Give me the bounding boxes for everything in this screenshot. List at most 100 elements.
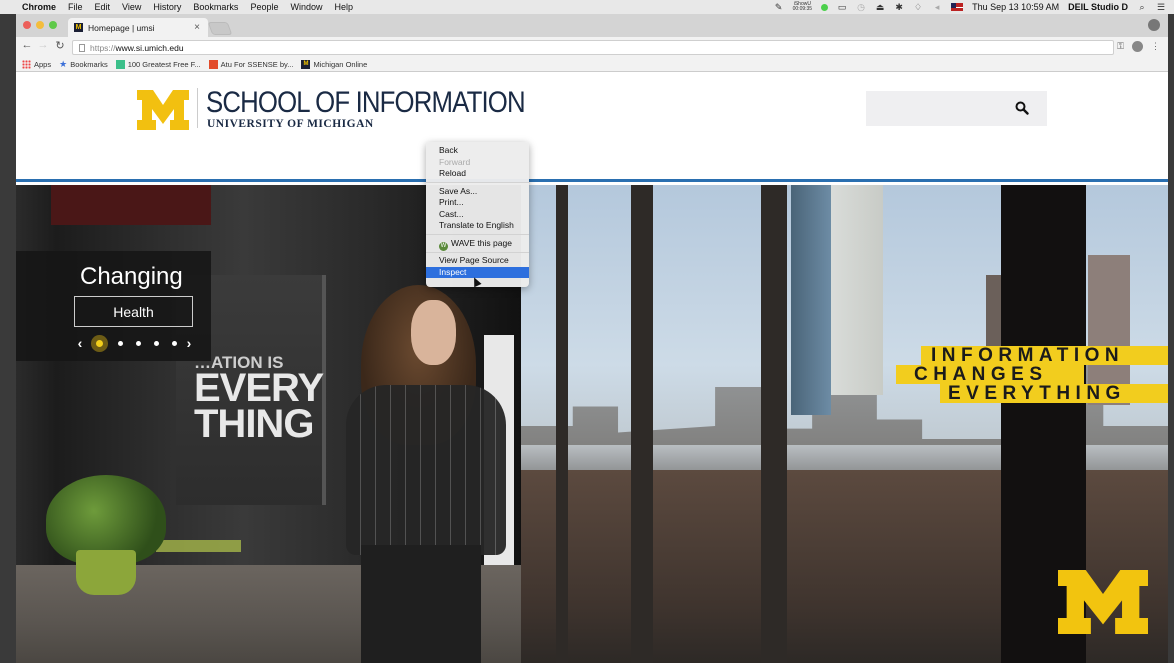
menu-people[interactable]: People [250,2,278,12]
wall-text-line: THING [194,402,314,447]
context-menu-view-source[interactable]: View Page Source [426,255,529,267]
bookmark-michigan-online[interactable]: M Michigan Online [301,59,367,69]
slider-navigation: ‹ › [74,335,195,351]
bookmark-bookmarks[interactable]: ★ Bookmarks [59,58,108,69]
slider-dot-4[interactable] [153,340,159,346]
context-menu-save-as[interactable]: Save As... [426,186,529,198]
close-window-button[interactable] [23,21,31,29]
bluetooth-icon[interactable]: ✱ [894,2,904,12]
site-header: SCHOOL OF INFORMATION UNIVERSITY OF MICH… [16,72,1168,182]
time-machine-icon[interactable]: ◷ [856,2,866,12]
green-square-icon [115,59,125,69]
hero-banner: …ATION IS EVERY THING Changing Health ‹ [16,185,1168,663]
window-mullion [556,185,568,663]
url-scheme: https:// [90,42,116,53]
slider-category-button[interactable]: Health [74,296,193,327]
tagline-line-1: INFORMATION [921,346,1168,365]
bookmark-apps[interactable]: Apps [22,59,51,69]
notification-center-icon[interactable]: ☰ [1156,2,1166,12]
spotlight-search-icon[interactable]: ⌕ [1137,2,1147,12]
context-menu-translate[interactable]: Translate to English [426,220,529,232]
hero-person-jeans [361,545,481,663]
web-page: SCHOOL OF INFORMATION UNIVERSITY OF MICH… [16,72,1168,663]
back-arrow-icon[interactable]: ← [20,39,34,51]
extension-wave-icon[interactable] [1132,41,1143,52]
address-bar[interactable]: https:// www.si.umich.edu [72,40,1114,55]
context-menu-cast[interactable]: Cast... [426,209,529,221]
menu-edit[interactable]: Edit [95,2,111,12]
recording-time: 00:09:35 [792,6,813,12]
context-menu-back[interactable]: Back [426,145,529,157]
wall-text-line: …ATION IS [194,353,284,372]
tab-strip: M Homepage | umsi × [16,14,1168,37]
context-menu-wave-label: WAVE this page [451,237,512,248]
menu-bookmarks[interactable]: Bookmarks [193,2,238,12]
hero-person-shirt [346,385,506,555]
window-mullion [631,185,653,663]
context-menu-wave[interactable]: W WAVE this page [426,237,529,251]
input-source-flag-icon[interactable] [951,3,964,11]
zoom-window-button[interactable] [49,21,57,29]
screen: Chrome File Edit View History Bookmarks … [0,0,1174,663]
wifi-icon[interactable]: ♢ [913,2,923,12]
bookmark-atu-ssense[interactable]: Atu For SSENSE by... [208,59,294,69]
wave-extension-icon: W [439,241,448,251]
airplay-icon[interactable]: ▭ [837,2,847,12]
recording-indicator[interactable]: iShowU 00:09:35 [793,2,812,12]
page-info-icon[interactable] [79,43,85,52]
menubar-user[interactable]: DEIL Studio D [1068,2,1128,12]
context-menu-reload[interactable]: Reload [426,168,529,180]
context-menu-separator [426,251,529,253]
eject-icon[interactable]: ⏏ [875,2,885,12]
context-menu-separator [426,234,529,235]
forward-arrow-icon[interactable]: → [36,39,50,51]
tab-title: Homepage | umsi [88,22,155,33]
menu-app-chrome[interactable]: Chrome [22,2,56,12]
hero-ceiling [51,185,211,225]
wall-text-line: EVERY [194,366,324,411]
bookmark-label: Bookmarks [70,59,108,69]
star-icon: ★ [59,58,68,69]
extension-key-icon[interactable]: ⚿ [1117,41,1124,52]
bookmark-100-greatest[interactable]: 100 Greatest Free F... [115,59,201,69]
slider-dot-3[interactable] [135,340,141,346]
menu-history[interactable]: History [153,2,181,12]
slider-prev-icon[interactable]: ‹ [74,335,86,351]
new-tab-button[interactable] [207,22,233,35]
search-icon[interactable] [1015,101,1029,115]
slider-dot-1[interactable] [96,339,103,347]
apps-grid-icon [22,59,31,69]
hero-wall-lettering: …ATION IS EVERY THING [194,353,324,447]
site-search-input[interactable] [866,91,1047,126]
hero-plant-pot [76,550,136,595]
context-menu-print[interactable]: Print... [426,197,529,209]
slider-next-icon[interactable]: › [183,335,195,351]
os-menubar: Chrome File Edit View History Bookmarks … [0,0,1174,14]
hero-block-m-logo [1058,570,1148,634]
minimize-window-button[interactable] [36,21,44,29]
site-title[interactable]: SCHOOL OF INFORMATION [206,86,526,120]
profile-avatar-icon[interactable] [1148,19,1160,31]
michigan-block-m-logo[interactable] [137,90,189,130]
bookmarks-bar: Apps ★ Bookmarks 100 Greatest Free F... … [16,57,1168,72]
michigan-favicon-icon: M [74,23,83,32]
reload-icon[interactable]: ↻ [53,39,67,52]
slider-dot-5[interactable] [171,340,177,346]
window-mullion [761,185,787,663]
tab-close-icon[interactable]: × [194,22,200,33]
tab-homepage-umsi[interactable]: M Homepage | umsi × [68,18,208,37]
pen-icon[interactable]: ✎ [774,2,784,12]
context-menu-forward[interactable]: Forward [426,157,529,169]
menu-view[interactable]: View [122,2,141,12]
menu-help[interactable]: Help [334,2,353,12]
menu-window[interactable]: Window [290,2,322,12]
volume-icon[interactable]: ◂ [932,2,942,12]
hero-person-face [411,300,456,365]
menu-file[interactable]: File [68,2,83,12]
menubar-clock[interactable]: Thu Sep 13 10:59 AM [972,2,1059,12]
url-host: www.si.umich.edu [115,42,184,53]
slider-dot-2[interactable] [117,340,123,346]
chrome-menu-icon[interactable]: ⋮ [1151,41,1160,52]
bookmark-label: Atu For SSENSE by... [220,59,294,69]
recording-status-icon [821,3,829,11]
